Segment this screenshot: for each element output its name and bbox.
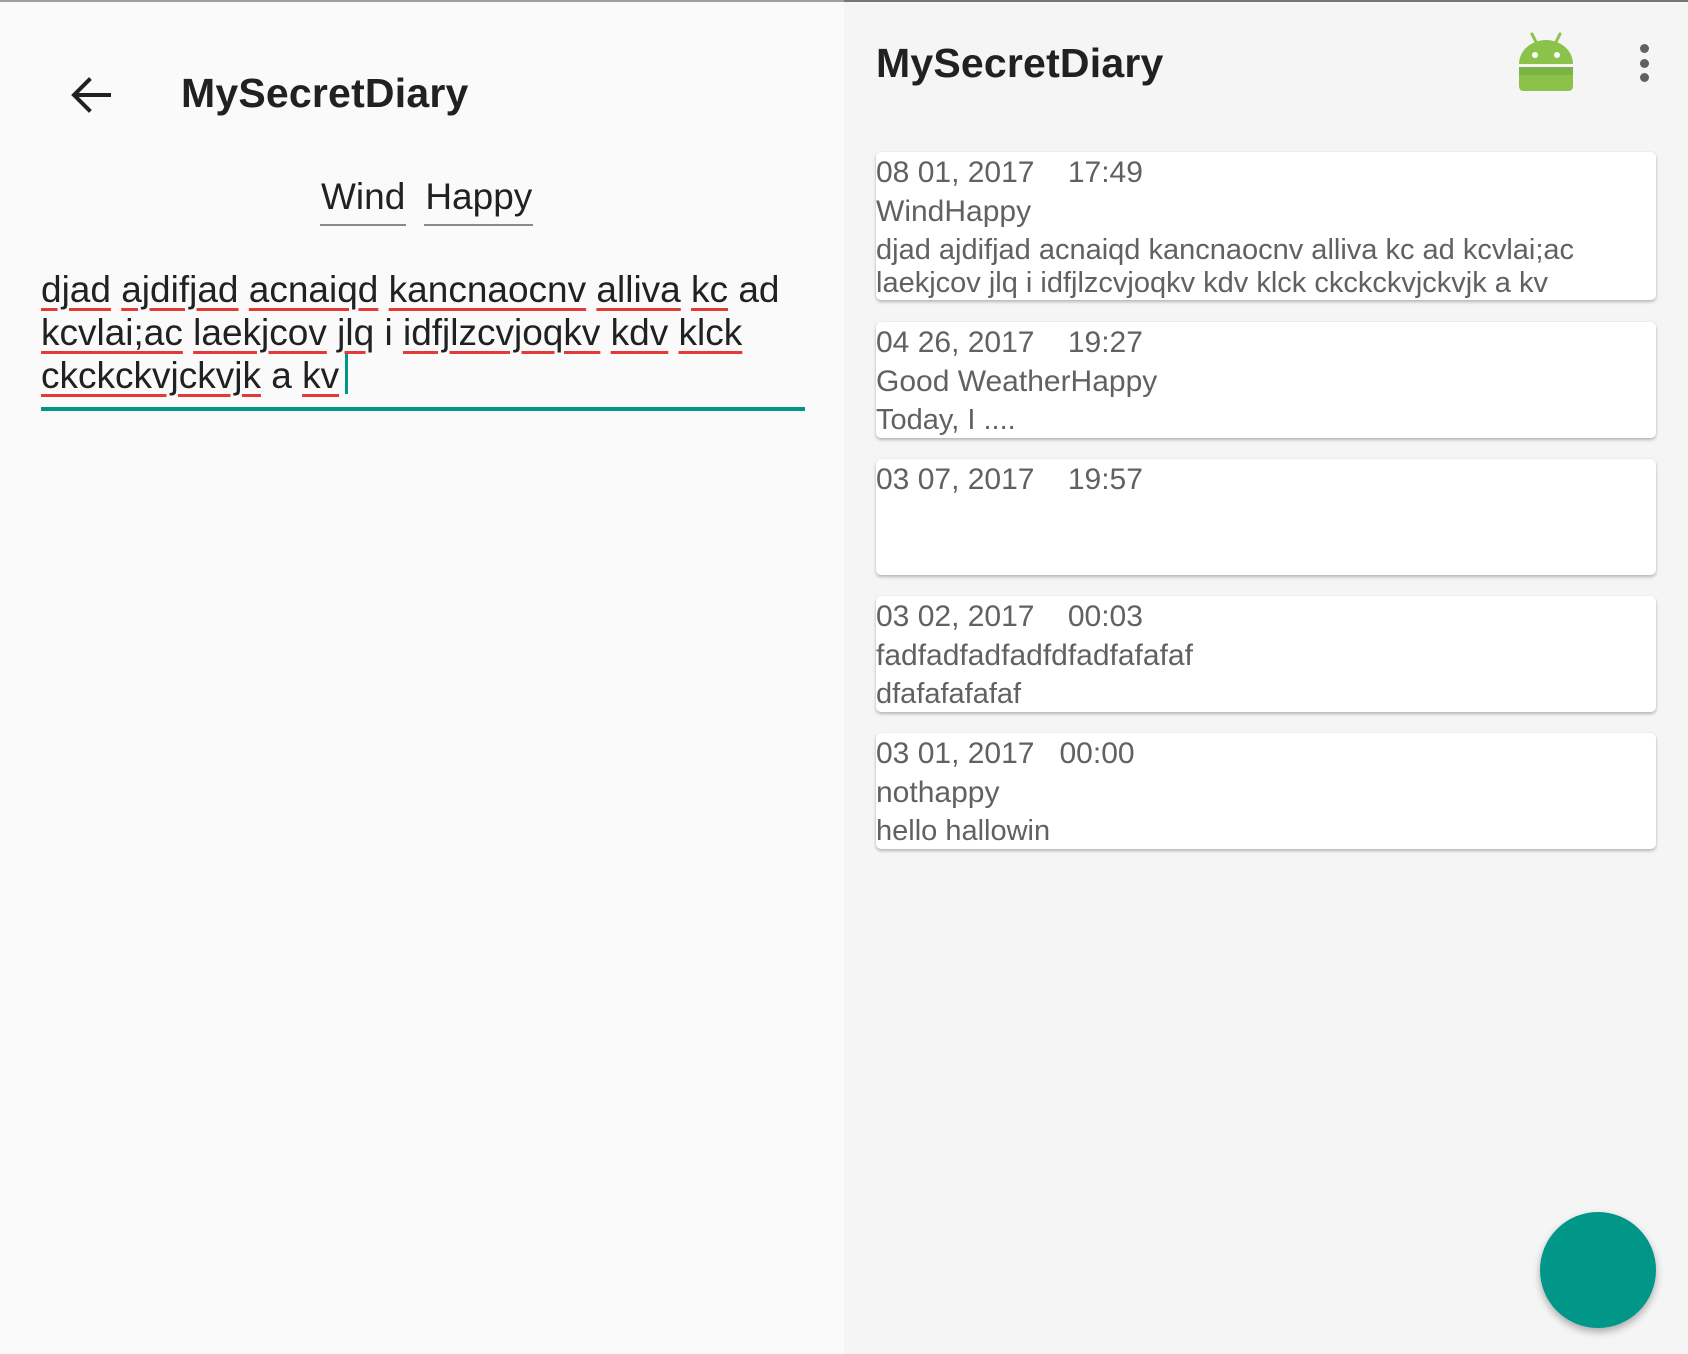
entry-title: fadfadfadfadfdfadfafafaf [876, 639, 1193, 672]
entry-body: hello hallowin [876, 815, 1051, 847]
content-word: ajdifjad [121, 269, 239, 310]
page-title: MySecretDiary [181, 70, 469, 116]
content-word: kdv [610, 312, 669, 353]
content-word: alliva [596, 269, 681, 310]
text-caret [345, 354, 349, 394]
content-word: idfjlzcvjoqkv [402, 312, 601, 353]
content-word: ckckckvjckvjk [41, 355, 261, 396]
back-button[interactable] [58, 62, 124, 128]
content-word: acnaiqd [248, 269, 379, 310]
diary-entry-card[interactable]: 03 01, 2017 00:00 nothappy hello hallowi… [876, 733, 1656, 849]
entry-date: 03 02, 2017 00:03 [876, 600, 1143, 633]
android-icon [1519, 32, 1573, 91]
diary-content-input[interactable]: djad ajdifjad acnaiqd kancnaocnv alliva … [41, 268, 805, 411]
entry-date: 08 01, 2017 17:49 [876, 156, 1143, 189]
entry-date: 04 26, 2017 19:27 [876, 326, 1143, 359]
diary-entry-card[interactable]: 03 02, 2017 00:03 fadfadfadfadfdfadfafaf… [876, 596, 1656, 712]
entry-body: djad ajdifjad acnaiqd kancnaocnv alliva … [876, 234, 1575, 299]
diary-entry-card[interactable]: 08 01, 2017 17:49 WindHappy djad ajdifja… [876, 152, 1656, 300]
entry-title: WindHappy [876, 195, 1032, 228]
diary-entry-card[interactable]: 03 07, 2017 19:57 [876, 459, 1656, 575]
diary-content-text: djad ajdifjad acnaiqd kancnaocnv alliva … [41, 268, 805, 397]
content-word: klck [678, 312, 743, 353]
diary-list-screen: MySecretDiary 08 01, 2017 17:49 WindHapp… [844, 0, 1688, 1354]
tag-input-weather[interactable]: Wind [320, 176, 407, 226]
content-word: jlq [337, 312, 375, 353]
content-word: djad [41, 269, 111, 310]
android-menu-button[interactable] [1516, 30, 1576, 94]
entry-title: Good WeatherHappy [876, 365, 1158, 398]
app-title: MySecretDiary [876, 40, 1164, 86]
content-word: kcvlai;ac [41, 312, 183, 353]
entry-body: dfafafafafaf [876, 678, 1022, 710]
add-entry-fab[interactable] [1540, 1212, 1656, 1328]
overflow-menu-button[interactable] [1629, 40, 1659, 86]
entry-date: 03 07, 2017 19:57 [876, 463, 1143, 496]
content-word: kv [302, 355, 340, 396]
more-vert-icon-dot [1639, 44, 1649, 53]
tag-fields: Wind Happy [320, 176, 534, 226]
content-word: a [271, 355, 292, 396]
content-word: i [384, 312, 393, 353]
entry-date: 03 01, 2017 00:00 [876, 737, 1135, 770]
tag-input-mood[interactable]: Happy [424, 176, 534, 226]
edit-entry-screen: MySecretDiary Wind Happy djad ajdifjad a… [0, 0, 844, 1354]
content-word: kc [691, 269, 729, 310]
arrow-back-icon [71, 77, 111, 113]
entry-title: nothappy [876, 776, 1000, 809]
diary-entry-card[interactable]: 04 26, 2017 19:27 Good WeatherHappy Toda… [876, 322, 1656, 438]
more-vert-icon-dot [1639, 58, 1649, 68]
content-word: kancnaocnv [388, 269, 587, 310]
content-word: ad [738, 269, 780, 310]
content-word: laekjcov [193, 312, 327, 353]
entry-body: Today, I .... [876, 404, 1016, 436]
more-vert-icon-dot [1639, 73, 1649, 82]
screenshot-stage: MySecretDiary Wind Happy djad ajdifjad a… [0, 0, 1688, 1354]
